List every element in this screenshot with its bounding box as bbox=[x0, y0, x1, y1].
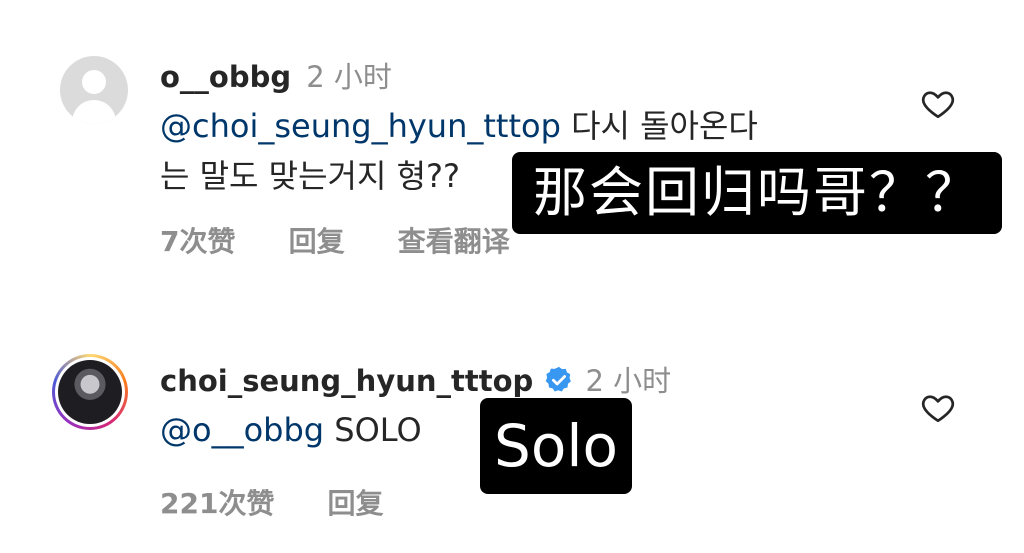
comment-1-header: o__obbg 2 小时 bbox=[160, 54, 392, 96]
comment-1-translation-overlay: 那会回归吗哥？？ bbox=[512, 152, 1002, 234]
comment-2-reply-button[interactable]: 回复 bbox=[328, 487, 384, 520]
verified-badge-icon bbox=[546, 366, 572, 392]
comment-1-text: @choi_seung_hyun_tttop 다시 돌아온다 bbox=[160, 104, 758, 148]
comment-2-likes[interactable]: 221次赞 bbox=[160, 487, 274, 520]
heart-outline-icon[interactable] bbox=[920, 86, 956, 122]
comment-2-username[interactable]: choi_seung_hyun_tttop bbox=[160, 364, 533, 398]
comment-1-reply-button[interactable]: 回复 bbox=[289, 225, 345, 258]
comment-1-translate-button[interactable]: 查看翻译 bbox=[398, 225, 510, 258]
comment-2-time: 2 小时 bbox=[585, 364, 672, 398]
avatar-body-shape bbox=[72, 100, 116, 124]
avatar-head-shape bbox=[82, 70, 106, 94]
comment-2-mention[interactable]: @o__obbg bbox=[160, 411, 324, 449]
comment-1-text-line2: 는 말도 맞는거지 형?? bbox=[160, 157, 461, 195]
comment-1-username[interactable]: o__obbg bbox=[160, 60, 291, 94]
comment-2-text: @o__obbg SOLO bbox=[160, 408, 422, 452]
comment-1-time: 2 小时 bbox=[306, 60, 392, 94]
heart-outline-icon[interactable] bbox=[920, 390, 956, 426]
comment-1-actions: 7次赞 回复 查看翻译 bbox=[160, 220, 510, 260]
comment-2-translation-overlay: Solo bbox=[480, 398, 632, 494]
comment-2-header: choi_seung_hyun_tttop 2 小时 bbox=[160, 358, 671, 400]
avatar-photo bbox=[58, 360, 122, 424]
comment-1-mention[interactable]: @choi_seung_hyun_tttop bbox=[160, 107, 561, 145]
avatar-story-ring[interactable] bbox=[52, 354, 128, 430]
comment-1-likes[interactable]: 7次赞 bbox=[160, 225, 235, 258]
comment-1-text-line1: 다시 돌아온다 bbox=[560, 107, 758, 145]
comment-2-actions: 221次赞 回复 bbox=[160, 482, 384, 522]
avatar-default-user-icon[interactable] bbox=[60, 56, 128, 124]
comment-1-text-line2-wrap: 는 말도 맞는거지 형?? bbox=[160, 154, 460, 198]
comment-2-text-line1: SOLO bbox=[324, 411, 422, 449]
